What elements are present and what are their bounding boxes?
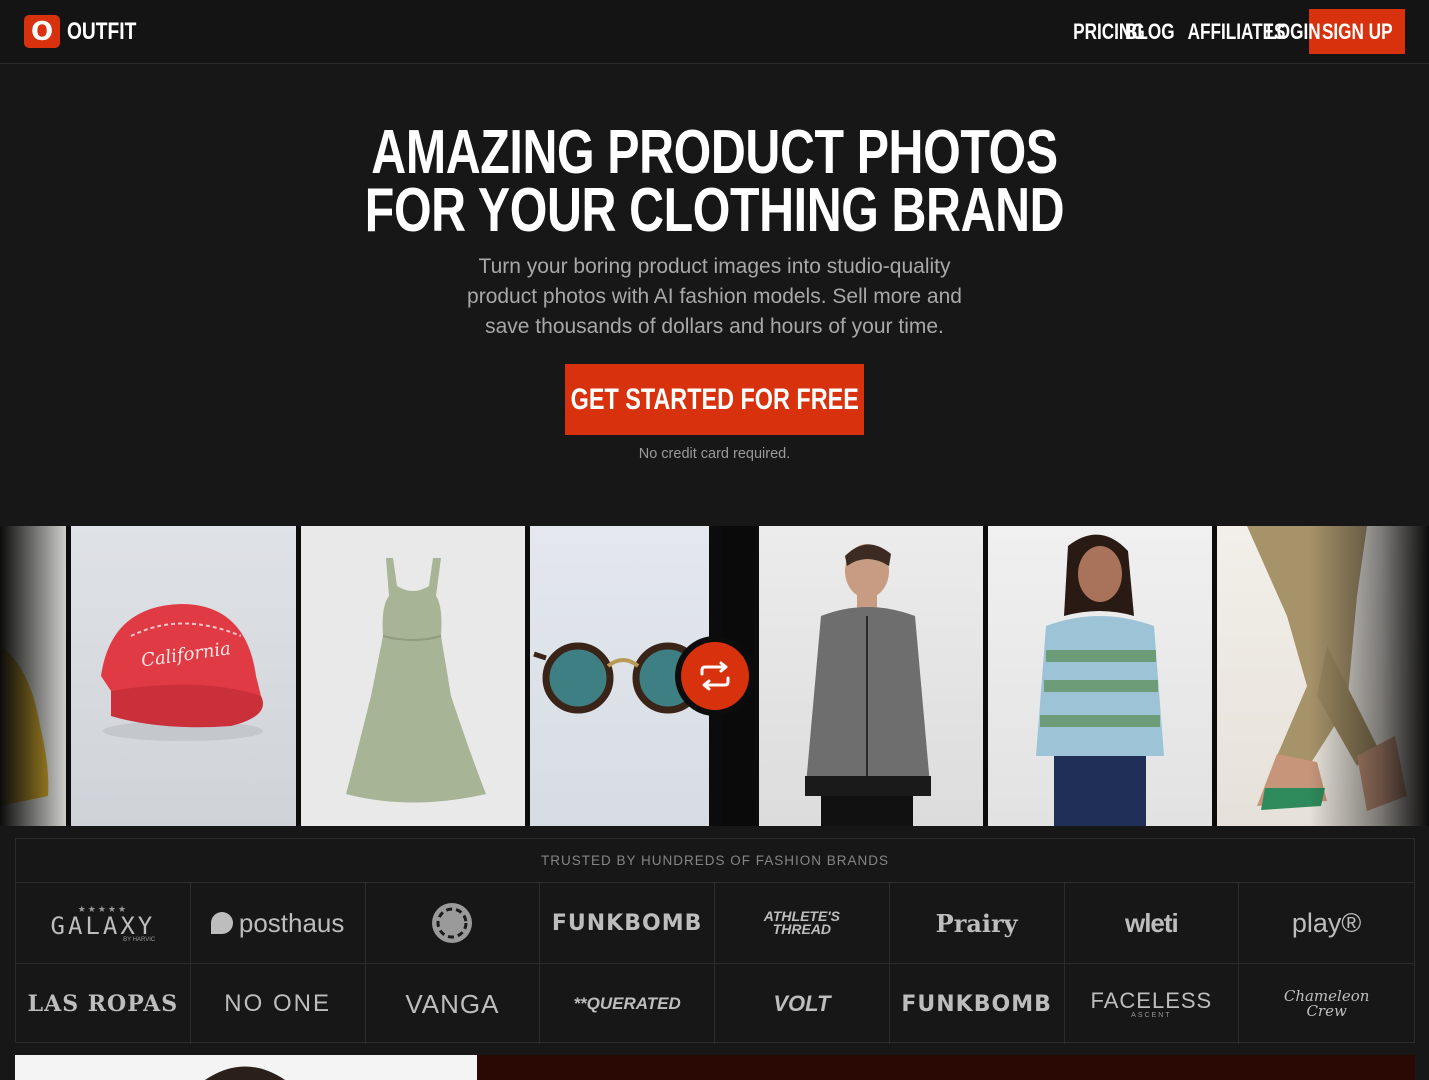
nav-link-login[interactable]: LOGIN (1266, 19, 1320, 45)
brand-logo-las-ropas: LAS ROPAS (16, 964, 191, 1044)
logo[interactable]: O OUTFIT (24, 15, 154, 48)
posthaus-icon (210, 912, 233, 934)
green-dress-image (346, 558, 486, 803)
hero-subtitle: Turn your boring product images into stu… (0, 252, 1429, 342)
get-started-label: GET STARTED FOR FREE (570, 382, 859, 416)
top-navbar: O OUTFIT PRICING BLOG AFFILIATES LOGIN S… (0, 0, 1429, 64)
logo-mark: O (24, 15, 60, 48)
hero-title: AMAZING PRODUCT PHOTOS FOR YOUR CLOTHING… (0, 118, 1429, 245)
hero-title-line-2: FOR YOUR CLOTHING BRAND (364, 176, 1065, 245)
logo-text: OUTFIT (67, 17, 137, 45)
swap-button[interactable] (675, 636, 755, 716)
signup-button[interactable]: SIGN UP (1309, 9, 1405, 54)
gallery-fade-left (0, 526, 70, 826)
brand-logo-galaxy: ★★★★★ GALAXY BY HARVIC (16, 883, 191, 963)
brands-title: TRUSTED BY HUNDREDS OF FASHION BRANDS (16, 839, 1414, 883)
brand-logo-athletes-thread: ATHLETE'S THREAD (715, 883, 890, 963)
product-image-dress (301, 526, 525, 826)
hero-subtitle-line-2: product photos with AI fashion models. S… (467, 285, 962, 308)
no-credit-card-note: No credit card required. (638, 446, 791, 462)
brand-logo-prairy: Prairy (890, 883, 1065, 963)
model-image-sweater (988, 526, 1212, 826)
brand-logo-chameleon-crew: Chameleon Crew (1283, 987, 1370, 1020)
swap-icon (681, 642, 749, 710)
hero-subtitle-line-3: save thousands of dollars and hours of y… (485, 315, 944, 338)
get-started-button[interactable]: GET STARTED FOR FREE (565, 364, 864, 435)
brand-logo-volt: VOLT (715, 964, 890, 1044)
brand-row-2: LAS ROPAS NO ONE VANGA **QUERATED VOLT F… (16, 963, 1414, 1044)
feature-panel-partial (477, 1055, 1415, 1080)
model-image-jacket (759, 526, 983, 826)
circular-badge-icon (432, 903, 473, 943)
signup-label: SIGN UP (1321, 18, 1393, 44)
brand-logo-circular (366, 883, 541, 963)
red-cap-image: California (101, 604, 263, 741)
feature-image-partial (15, 1055, 477, 1080)
trusted-brands-section: TRUSTED BY HUNDREDS OF FASHION BRANDS ★★… (15, 838, 1415, 1044)
nav-links: PRICING BLOG AFFILIATES LOGIN SIGN UP (1041, 9, 1405, 54)
man-in-jacket-image (805, 544, 931, 826)
brand-logo-play: play® (1291, 907, 1362, 938)
hero-title-line-1: AMAZING PRODUCT PHOTOS (371, 118, 1058, 187)
hero-subtitle-line-1: Turn your boring product images into stu… (478, 255, 951, 278)
person-head-partial-image (205, 1066, 285, 1080)
gallery-fade-right (1309, 526, 1429, 826)
brand-row-1: ★★★★★ GALAXY BY HARVIC posthaus FUNKBOMB… (16, 883, 1414, 963)
brand-logo-querated: **QUERATED (540, 964, 715, 1044)
woman-in-sweater-image (1036, 534, 1164, 826)
product-image-cap: California (71, 526, 296, 826)
brand-logo-vanga: VANGA (366, 964, 541, 1044)
brand-logo-faceless: FACELESS ASCENT (1065, 964, 1240, 1044)
brand-logo-wleti: wleti (1065, 883, 1240, 963)
before-after-gallery: California (0, 526, 1429, 826)
brand-logo-funkbomb: FUNKBOMB (540, 883, 715, 963)
brand-logo-funkbomb-2: FUNKBOMB (890, 964, 1065, 1044)
repeat-arrows-icon (700, 661, 730, 691)
brand-logo-posthaus: posthaus (191, 883, 366, 963)
brand-logo-no-one: NO ONE (191, 964, 366, 1044)
nav-link-blog[interactable]: BLOG (1125, 19, 1175, 45)
